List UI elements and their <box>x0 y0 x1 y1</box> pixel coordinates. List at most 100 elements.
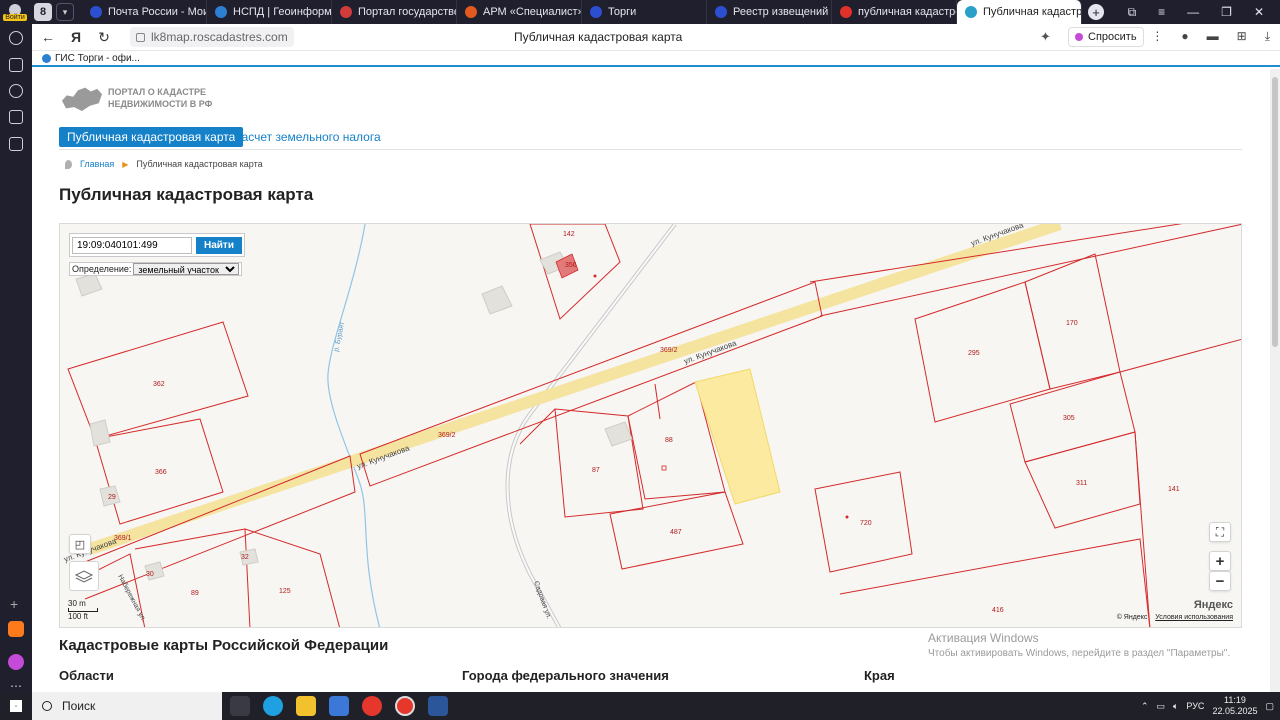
zoom-out-button[interactable]: − <box>1209 571 1231 591</box>
browser-tab[interactable]: Публичная кадастрова✕ <box>957 0 1082 24</box>
location-pin-icon <box>65 159 72 169</box>
tray-chevron-icon[interactable]: ⌃ <box>1141 701 1149 712</box>
layers-button[interactable] <box>69 561 99 591</box>
tab-land-tax[interactable]: Расчет земельного налога <box>234 130 381 144</box>
site-logo[interactable]: ПОРТАЛ О КАДАСТРЕ НЕДВИЖИМОСТИ В РФ <box>62 85 212 111</box>
tab-label: Публичная кадастрова <box>983 6 1082 18</box>
notes-icon[interactable] <box>9 58 23 72</box>
yandex-8-icon[interactable]: 8 <box>34 3 52 21</box>
breadcrumb-home[interactable]: Главная <box>80 159 114 169</box>
clock[interactable]: 11:19 22.05.2025 <box>1212 695 1257 717</box>
bookmark-gis-torgi[interactable]: ГИС Торги - офи... <box>55 53 140 64</box>
terms-link[interactable]: Условия использования <box>1155 614 1233 621</box>
browser-tab[interactable]: Портал государственн <box>332 0 457 24</box>
windows-taskbar: Поиск ⌃ ▭ 🔈︎ РУС 11:19 22.05.2025 ▢ <box>0 692 1280 720</box>
browser-tab[interactable]: публичная кадастрова <box>832 0 957 24</box>
activation-text: Чтобы активировать Windows, перейдите в … <box>928 648 1231 659</box>
alice-icon[interactable] <box>8 654 24 670</box>
copyright-text: © Яндекс <box>1116 614 1148 621</box>
yandex-browser-active-icon[interactable] <box>395 696 415 716</box>
url-field[interactable]: lk8map.roscadastres.com <box>130 27 294 47</box>
tab-favicon-icon <box>965 6 977 18</box>
more-options-icon[interactable]: ⋮ <box>1151 29 1163 44</box>
back-arrow-icon[interactable]: ← <box>36 25 60 49</box>
clock-date: 22.05.2025 <box>1212 706 1258 716</box>
ask-alice-button[interactable]: Спросить <box>1068 27 1144 47</box>
tab-favicon-icon <box>465 6 477 18</box>
fullscreen-icon[interactable]: ⛶ <box>1209 522 1231 542</box>
parcel-label-142: 142 <box>563 231 575 238</box>
history-icon[interactable] <box>9 31 23 45</box>
ruler-icon[interactable]: ◰ <box>69 534 91 554</box>
notifications-icon[interactable]: ▢ <box>1265 701 1274 712</box>
windows-activation-watermark: Активация Windows Чтобы активировать Win… <box>928 631 1230 659</box>
federal-cities-heading: Города федерального значения <box>462 668 669 683</box>
breadcrumb-arrow-icon: ▶ <box>122 159 129 169</box>
cadastral-number-input[interactable] <box>72 236 192 254</box>
minimize-button[interactable]: — <box>1187 5 1199 19</box>
cadastral-map[interactable]: 142 356 362 366 29 369/2 369/2 369/1 88 … <box>59 223 1242 628</box>
zoom-in-button[interactable]: + <box>1209 551 1231 571</box>
definition-label: Определение: <box>72 264 132 274</box>
tab-list-chevron-icon[interactable]: ▾ <box>56 3 74 21</box>
browser-tab[interactable]: Почта России - Мои от <box>82 0 207 24</box>
page-scrollbar[interactable] <box>1270 69 1280 692</box>
yandex-8-sidebar-icon[interactable] <box>9 110 23 124</box>
taskbar-apps <box>230 696 448 716</box>
parcel-label-87: 87 <box>592 467 600 474</box>
parcel-label-416: 416 <box>992 607 1004 614</box>
map-canvas[interactable]: 142 356 362 366 29 369/2 369/2 369/1 88 … <box>60 224 1242 628</box>
market-icon[interactable] <box>8 621 24 637</box>
tab-favicon-icon <box>215 6 227 18</box>
yandex-logo-icon[interactable]: Я <box>64 25 88 49</box>
browser-tab[interactable]: НСПД | Геоинформаци <box>207 0 332 24</box>
menu-icon[interactable]: ≡ <box>1158 5 1165 19</box>
clock-time: 11:19 <box>1224 695 1246 705</box>
profile-button[interactable]: Войти <box>0 0 30 24</box>
browser-tab[interactable]: Торги <box>582 0 707 24</box>
more-icon[interactable]: ⋯ <box>10 679 22 693</box>
browser-tab[interactable]: Реестр извещений <box>707 0 832 24</box>
river-label: р. Бураят <box>333 320 346 352</box>
section-title: Кадастровые карты Российской Федерации <box>59 637 389 654</box>
volume-icon[interactable]: 🔈︎ <box>1173 701 1178 712</box>
regions-heading: Области <box>59 668 114 683</box>
store-icon[interactable] <box>329 696 349 716</box>
task-view-icon[interactable] <box>230 696 250 716</box>
screenshot-icon[interactable] <box>9 137 23 151</box>
parcel-label-720: 720 <box>860 520 872 527</box>
video-icon[interactable] <box>9 84 23 98</box>
pocket-icon[interactable]: ▬ <box>1207 29 1219 44</box>
yandex-browser-icon[interactable] <box>362 696 382 716</box>
word-icon[interactable] <box>428 696 448 716</box>
taskbar-search[interactable]: Поиск <box>32 692 222 720</box>
close-window-button[interactable]: ✕ <box>1254 5 1264 19</box>
reload-icon[interactable]: ↻ <box>92 25 116 49</box>
edge-icon[interactable] <box>263 696 283 716</box>
tab-cadastral-map[interactable]: Публичная кадастровая карта <box>59 127 244 147</box>
start-button[interactable] <box>0 692 32 720</box>
bookmark-icon[interactable]: ✦ <box>1040 29 1051 45</box>
parcel-label-170: 170 <box>1066 320 1078 327</box>
downloads-icon[interactable]: ⤓ <box>1265 29 1270 44</box>
logo-line-2: НЕДВИЖИМОСТИ В РФ <box>108 99 213 109</box>
tabs-collections-icon[interactable]: ⧉ <box>1128 5 1137 20</box>
browser-tab-strip: Войти 8 ▾ Почта России - Мои от НСПД | Ге… <box>0 0 1280 24</box>
extension-icon[interactable]: ● <box>1181 29 1188 44</box>
restore-button[interactable]: ❐ <box>1221 5 1232 19</box>
definition-select[interactable]: земельный участок <box>133 263 240 275</box>
breadcrumb: Главная ▶ Публичная кадастровая карта <box>65 159 263 169</box>
network-icon[interactable]: ▭ <box>1156 701 1165 712</box>
add-panel-icon[interactable]: + <box>10 596 18 612</box>
browser-tab[interactable]: АРМ «Специалист» <box>457 0 582 24</box>
find-button[interactable]: Найти <box>196 236 242 254</box>
scrollbar-thumb[interactable] <box>1272 77 1278 347</box>
language-indicator[interactable]: РУС <box>1186 701 1204 711</box>
translate-icon[interactable]: ⊞ <box>1237 29 1247 44</box>
tab-label: Почта России - Мои от <box>108 6 206 18</box>
file-explorer-icon[interactable] <box>296 696 316 716</box>
new-tab-button[interactable]: + <box>1088 4 1104 20</box>
tab-favicon-icon <box>90 6 102 18</box>
tab-favicon-icon <box>340 6 352 18</box>
cadastral-search: Найти <box>69 233 245 257</box>
